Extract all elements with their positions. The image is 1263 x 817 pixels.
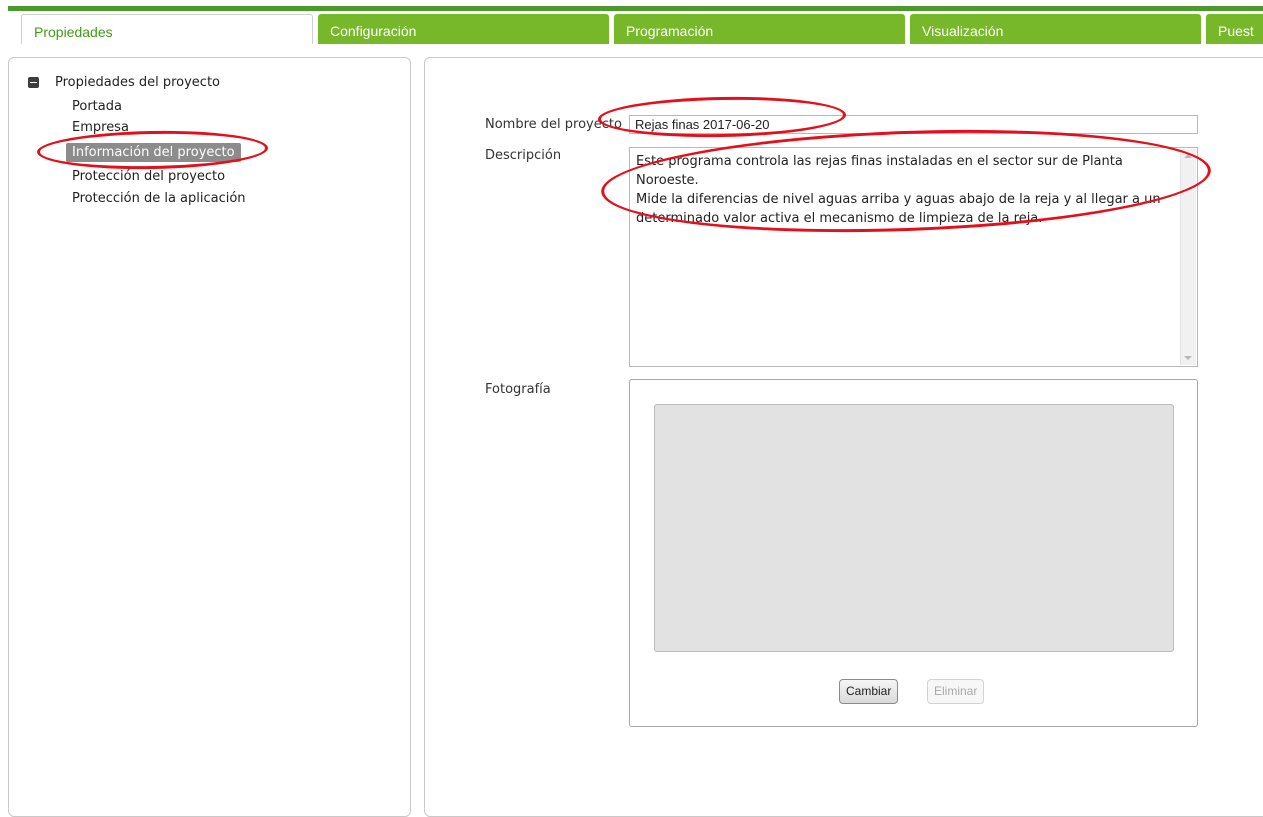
collapse-icon[interactable] [28,77,39,88]
scroll-down-icon[interactable] [1184,356,1192,360]
delete-photo-button[interactable]: Eliminar [927,679,985,704]
photo-frame: Cambiar Eliminar [629,379,1198,727]
tab-bar: Propiedades Configuración Programación V… [0,0,1263,44]
tab-programacion[interactable]: Programación [614,14,905,44]
tree-item-proteccion-aplicacion[interactable]: Protección de la aplicación [66,189,252,208]
description-textarea[interactable]: Este programa controla las rejas finas i… [629,147,1198,367]
tab-bar-accent-line [8,6,1263,11]
description-scrollbar[interactable] [1180,149,1196,365]
tab-propiedades[interactable]: Propiedades [21,14,313,44]
description-line: Este programa controla las rejas finas i… [636,154,1123,188]
tree-root-label: Propiedades del proyecto [55,75,221,90]
tab-puest[interactable]: Puest [1206,14,1263,44]
tree-item-empresa[interactable]: Empresa [66,118,135,137]
description-line: determinado valor activa el mecanismo de… [636,211,1043,226]
tree-item-portada[interactable]: Portada [66,97,128,116]
description-text: Este programa controla las rejas finas i… [636,152,1176,228]
tree-item-informacion-proyecto[interactable]: Información del proyecto [66,143,241,162]
description-label: Descripción [485,148,562,163]
tree-item-proteccion-proyecto[interactable]: Protección del proyecto [66,167,231,186]
project-name-input[interactable] [629,115,1198,134]
tree-root-node[interactable]: Propiedades del proyecto [28,75,220,90]
photo-label: Fotografía [485,382,551,397]
change-photo-button[interactable]: Cambiar [839,679,899,704]
description-line: Mide la diferencias de nivel aguas arrib… [636,192,1161,207]
tab-visualizacion[interactable]: Visualización [910,14,1201,44]
project-name-label: Nombre del proyecto [485,117,622,132]
scroll-up-icon[interactable] [1184,154,1192,158]
tab-configuracion[interactable]: Configuración [318,14,609,44]
photo-placeholder [654,404,1174,652]
